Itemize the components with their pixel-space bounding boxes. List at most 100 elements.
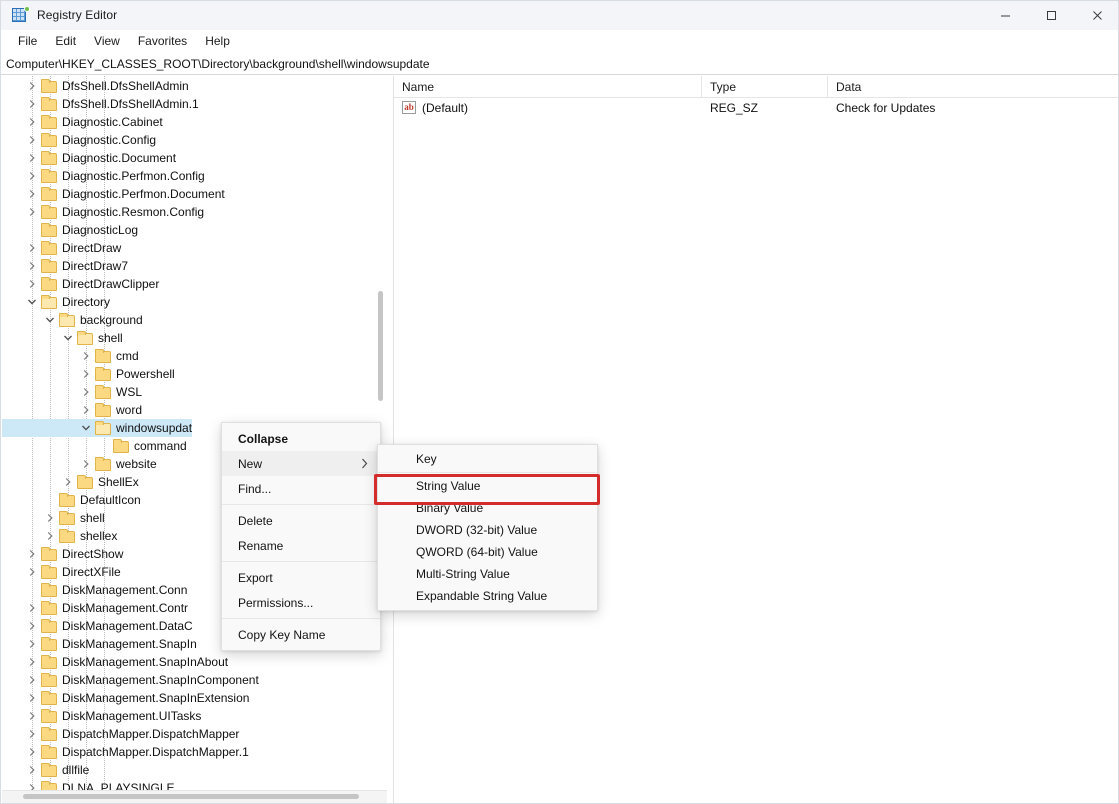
tree-item[interactable]: word — [2, 401, 387, 419]
tree-item[interactable]: DirectDrawClipper — [2, 275, 387, 293]
chevron-right-icon[interactable] — [24, 95, 40, 113]
chevron-right-icon[interactable] — [24, 239, 40, 257]
chevron-right-icon[interactable] — [24, 203, 40, 221]
menu-favorites[interactable]: Favorites — [129, 31, 196, 52]
chevron-right-icon[interactable] — [24, 149, 40, 167]
chevron-right-icon[interactable] — [24, 671, 40, 689]
tree-item[interactable]: DiskManagement.SnapInAbout — [2, 653, 387, 671]
tree-item[interactable]: DiskManagement.UITasks — [2, 707, 387, 725]
tree-item[interactable]: DiagnosticLog — [2, 221, 387, 239]
chevron-right-icon[interactable] — [78, 383, 94, 401]
tree-item[interactable]: DLNA_PLAYSINGLE — [2, 779, 387, 790]
tree-item[interactable]: dllfile — [2, 761, 387, 779]
tree-item[interactable]: Diagnostic.Document — [2, 149, 387, 167]
chevron-right-icon[interactable] — [60, 473, 76, 491]
context-menu-item-find[interactable]: Find... — [222, 476, 380, 501]
minimize-button[interactable] — [982, 1, 1028, 30]
registry-values-pane[interactable]: Name Type Data ab (Default) REG_SZ Check … — [393, 76, 1118, 803]
context-menu-item-copy-key-name[interactable]: Copy Key Name — [222, 622, 380, 647]
submenu-item-binary-value[interactable]: Binary Value — [378, 497, 597, 519]
chevron-right-icon[interactable] — [42, 527, 58, 545]
tree-item[interactable]: Diagnostic.Perfmon.Document — [2, 185, 387, 203]
chevron-right-icon[interactable] — [42, 509, 58, 527]
pane-splitter[interactable] — [387, 76, 392, 803]
submenu-item-key[interactable]: Key — [378, 448, 597, 470]
tree-vertical-scrollbar-thumb[interactable] — [378, 291, 383, 401]
chevron-right-icon[interactable] — [24, 617, 40, 635]
tree-item-selected[interactable]: windowsupdat — [2, 419, 192, 437]
context-menu-item-new-label: New — [238, 456, 263, 471]
table-row[interactable]: ab (Default) REG_SZ Check for Updates — [394, 98, 1118, 119]
tree-item[interactable]: shell — [2, 329, 387, 347]
chevron-right-icon[interactable] — [24, 545, 40, 563]
menu-view[interactable]: View — [85, 31, 129, 52]
tree-item[interactable]: Diagnostic.Perfmon.Config — [2, 167, 387, 185]
tree-item[interactable]: DiskManagement.SnapInExtension — [2, 689, 387, 707]
tree-item[interactable]: DispatchMapper.DispatchMapper — [2, 725, 387, 743]
chevron-down-icon[interactable] — [78, 419, 94, 437]
tree-item[interactable]: DirectDraw — [2, 239, 387, 257]
chevron-right-icon[interactable] — [78, 401, 94, 419]
tree-item[interactable]: Powershell — [2, 365, 387, 383]
tree-item[interactable]: background — [2, 311, 387, 329]
context-menu-item-collapse[interactable]: Collapse — [222, 426, 380, 451]
chevron-down-icon[interactable] — [60, 329, 76, 347]
context-menu-item-delete[interactable]: Delete — [222, 508, 380, 533]
context-menu-item-export[interactable]: Export — [222, 565, 380, 590]
menu-file[interactable]: File — [9, 31, 46, 52]
chevron-right-icon[interactable] — [24, 563, 40, 581]
submenu-item-multi-string-value[interactable]: Multi-String Value — [378, 563, 597, 585]
tree-item[interactable]: Directory — [2, 293, 387, 311]
tree-horizontal-scrollbar-thumb[interactable] — [23, 794, 359, 799]
chevron-right-icon[interactable] — [24, 779, 40, 790]
chevron-right-icon[interactable] — [24, 167, 40, 185]
chevron-right-icon[interactable] — [24, 689, 40, 707]
tree-item[interactable]: Diagnostic.Resmon.Config — [2, 203, 387, 221]
tree-item[interactable]: DfsShell.DfsShellAdmin.1 — [2, 95, 387, 113]
chevron-right-icon[interactable] — [78, 455, 94, 473]
tree-item[interactable]: cmd — [2, 347, 387, 365]
menu-edit[interactable]: Edit — [46, 31, 85, 52]
chevron-right-icon[interactable] — [24, 185, 40, 203]
chevron-right-icon[interactable] — [78, 365, 94, 383]
submenu-item-string-value[interactable]: String Value — [378, 475, 597, 497]
tree-item[interactable]: DfsShell.DfsShellAdmin — [2, 77, 387, 95]
chevron-right-icon[interactable] — [24, 257, 40, 275]
tree-item[interactable]: Diagnostic.Config — [2, 131, 387, 149]
chevron-right-icon[interactable] — [24, 599, 40, 617]
chevron-right-icon[interactable] — [24, 761, 40, 779]
chevron-right-icon[interactable] — [78, 347, 94, 365]
chevron-right-icon[interactable] — [24, 725, 40, 743]
chevron-right-icon[interactable] — [24, 275, 40, 293]
tree-item[interactable]: Diagnostic.Cabinet — [2, 113, 387, 131]
chevron-right-icon[interactable] — [24, 653, 40, 671]
chevron-right-icon[interactable] — [24, 131, 40, 149]
context-menu-item-rename[interactable]: Rename — [222, 533, 380, 558]
chevron-right-icon[interactable] — [24, 77, 40, 95]
tree-item[interactable]: DiskManagement.SnapInComponent — [2, 671, 387, 689]
folder-icon — [58, 311, 75, 329]
column-header-data[interactable]: Data — [828, 76, 1118, 98]
maximize-button[interactable] — [1028, 1, 1074, 30]
close-button[interactable] — [1074, 1, 1118, 30]
submenu-item-qword-value[interactable]: QWORD (64-bit) Value — [378, 541, 597, 563]
chevron-down-icon[interactable] — [24, 293, 40, 311]
column-header-type[interactable]: Type — [702, 76, 828, 98]
context-menu-item-new[interactable]: New — [222, 451, 380, 476]
tree-item-label: Diagnostic.Perfmon.Config — [62, 169, 205, 183]
chevron-right-icon[interactable] — [24, 743, 40, 761]
column-header-name[interactable]: Name — [394, 76, 702, 98]
tree-item[interactable]: DispatchMapper.DispatchMapper.1 — [2, 743, 387, 761]
folder-icon — [40, 689, 57, 707]
chevron-down-icon[interactable] — [42, 311, 58, 329]
context-menu-item-permissions[interactable]: Permissions... — [222, 590, 380, 615]
menu-help[interactable]: Help — [196, 31, 239, 52]
tree-item[interactable]: DirectDraw7 — [2, 257, 387, 275]
address-bar[interactable]: Computer\HKEY_CLASSES_ROOT\Directory\bac… — [1, 53, 1118, 75]
chevron-right-icon[interactable] — [24, 113, 40, 131]
submenu-item-dword-value[interactable]: DWORD (32-bit) Value — [378, 519, 597, 541]
tree-item[interactable]: WSL — [2, 383, 387, 401]
chevron-right-icon[interactable] — [24, 635, 40, 653]
submenu-item-expandable-string-value[interactable]: Expandable String Value — [378, 585, 597, 607]
chevron-right-icon[interactable] — [24, 707, 40, 725]
